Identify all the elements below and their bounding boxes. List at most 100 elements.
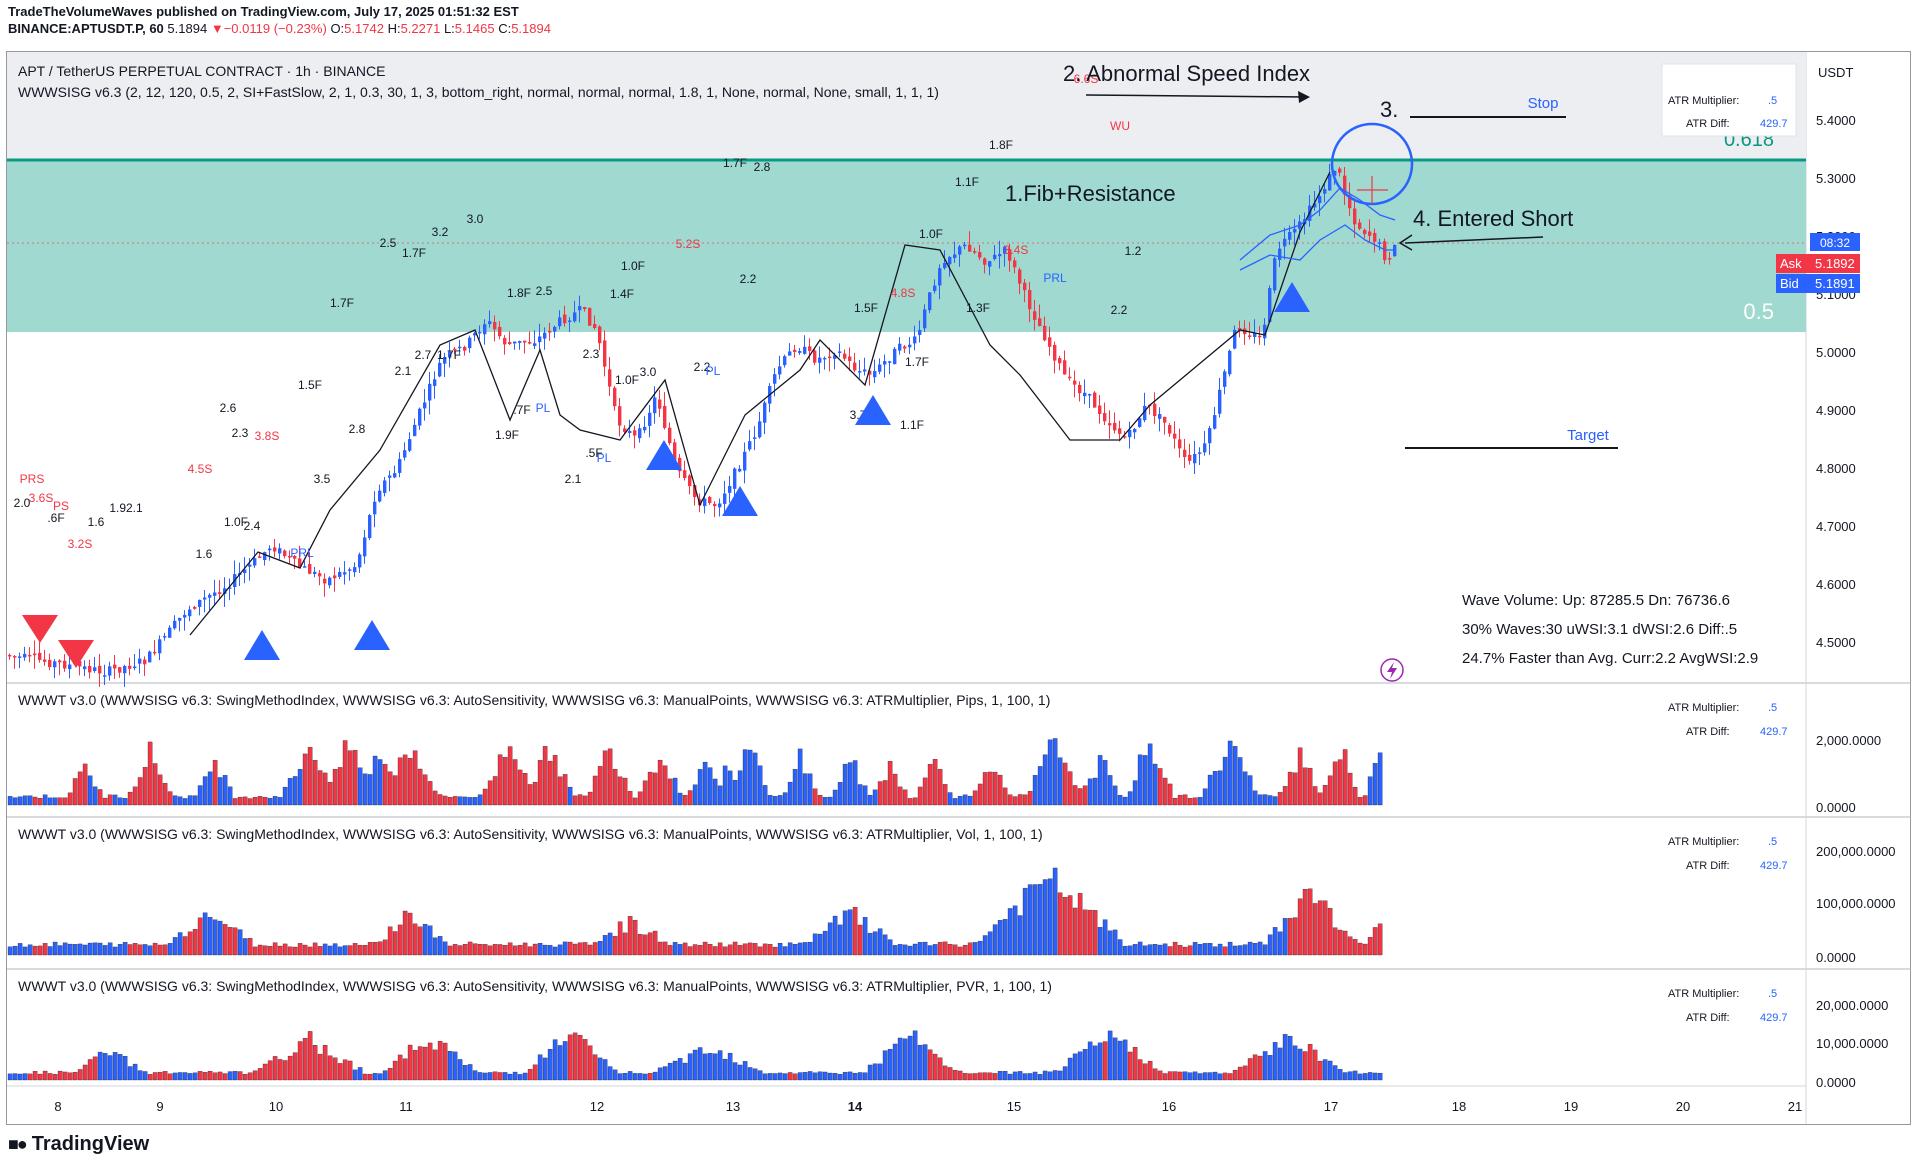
pane-bar xyxy=(1082,785,1088,806)
pane-bar xyxy=(47,797,53,806)
pane-bar xyxy=(987,771,993,806)
pane-bar xyxy=(432,937,438,956)
pane-bar xyxy=(937,769,943,806)
pane-bar xyxy=(477,1072,483,1081)
pane-bar xyxy=(1137,754,1143,806)
candle-body xyxy=(198,599,202,607)
pane-bar xyxy=(277,945,283,956)
candle-body xyxy=(1073,380,1077,385)
pane-bar xyxy=(1232,746,1238,806)
time-axis[interactable]: 8 9 10 11 12 13 14 15 16 17 18 19 20 21 xyxy=(54,1099,1802,1114)
pane-bar xyxy=(432,1049,438,1081)
pane-bar xyxy=(817,795,823,806)
candle-body xyxy=(633,430,637,436)
pane-bar xyxy=(1092,910,1098,956)
stats-line-3: 24.7% Faster than Avg. Curr:2.2 AvgWSI:2… xyxy=(1462,650,1758,667)
candle-body xyxy=(528,342,532,344)
chart-canvas[interactable]: 0.618 0.5 2.0.6F 1.61.92.11.61.0F2.42.62.… xyxy=(0,0,1917,1166)
speed-label: 4.5S xyxy=(188,462,213,476)
pane-bar xyxy=(562,774,568,806)
speed-label: 5.2S xyxy=(676,237,701,251)
pane-tick: 0.0000 xyxy=(1816,800,1856,815)
pane-bar xyxy=(592,942,598,956)
pane-bar xyxy=(1102,760,1108,806)
pane-bar xyxy=(347,945,353,956)
pane-bar xyxy=(377,941,383,956)
indicator-pane[interactable]: WWWT v3.0 (WWWSISG v6.3: SwingMethodInde… xyxy=(7,978,1888,1090)
pane-bar xyxy=(1192,797,1198,806)
indicator-pane[interactable]: WWWT v3.0 (WWWSISG v6.3: SwingMethodInde… xyxy=(7,692,1881,815)
pane-bar xyxy=(992,924,998,956)
candle-body xyxy=(1113,422,1117,431)
pane-bar xyxy=(502,945,508,956)
pane-bar xyxy=(1347,936,1353,956)
candle-body xyxy=(533,343,537,346)
pane-bar xyxy=(712,778,718,806)
pane-bar xyxy=(642,780,648,806)
pane-title[interactable]: WWWT v3.0 (WWWSISG v6.3: SwingMethodInde… xyxy=(18,826,1043,842)
pane-bar xyxy=(1212,1071,1218,1081)
pane-bar xyxy=(537,942,543,956)
pane-bar xyxy=(192,795,198,806)
pane-bar xyxy=(742,749,748,806)
price-tick: 4.5000 xyxy=(1816,635,1856,650)
pane-bar xyxy=(907,945,913,956)
candle-body xyxy=(408,439,412,451)
pane-bar xyxy=(582,795,588,806)
pane-bar xyxy=(1322,785,1328,806)
pane-atr-mult-label: ATR Multiplier: xyxy=(1668,836,1739,848)
pane-bar xyxy=(1217,943,1223,956)
pivot-label: PL xyxy=(536,401,551,415)
pane-bar xyxy=(1012,1071,1018,1081)
pane-title[interactable]: WWWT v3.0 (WWWSISG v6.3: SwingMethodInde… xyxy=(18,978,1052,994)
candle-body xyxy=(173,620,177,629)
pane-bar xyxy=(992,1073,998,1081)
pane-bar xyxy=(302,944,308,956)
candle-body xyxy=(468,337,472,349)
candle-body xyxy=(978,252,982,258)
currency-label[interactable]: USDT xyxy=(1818,65,1853,80)
pane-bar xyxy=(1347,772,1353,806)
pane-bar xyxy=(1207,943,1213,956)
candle-body xyxy=(413,424,417,437)
indicator-legend[interactable]: WWWSISG v6.3 (2, 12, 120, 0.5, 2, SI+Fas… xyxy=(18,84,939,100)
wave-label: 2.7 xyxy=(415,348,432,362)
wave-label: 1.92.1 xyxy=(109,501,143,515)
pane-bar xyxy=(527,784,533,806)
wave-label: 3.5 xyxy=(314,472,331,486)
pane-bar xyxy=(1122,796,1128,806)
pane-bar xyxy=(1157,944,1163,956)
price-axis[interactable]: 5.40005.30005.20005.10005.00004.90004.80… xyxy=(1816,113,1856,650)
wave-label: 2.5 xyxy=(380,236,397,250)
wave-label: 1.4F xyxy=(610,287,634,301)
pane-title[interactable]: WWWT v3.0 (WWWSISG v6.3: SwingMethodInde… xyxy=(18,692,1050,708)
candle-body xyxy=(843,353,847,359)
time-tick: 9 xyxy=(156,1099,163,1114)
pane-bar xyxy=(517,945,523,956)
candle-body xyxy=(723,493,727,504)
pane-bar xyxy=(22,1073,28,1081)
candle-body xyxy=(718,503,722,508)
pane-bar xyxy=(37,945,43,956)
candle-body xyxy=(963,244,967,247)
pane-bar xyxy=(1002,787,1008,806)
pane-bar xyxy=(857,924,863,956)
pane-bar xyxy=(992,771,998,806)
fib-resistance-annotation: 1.Fib+Resistance xyxy=(1005,181,1176,206)
pane-bar xyxy=(62,942,68,956)
pane-bar xyxy=(1157,768,1163,806)
pane-bar xyxy=(97,789,103,806)
stats-line-1: Wave Volume: Up: 87285.5 Dn: 76736.6 xyxy=(1462,592,1730,609)
wave-label: 1.9F xyxy=(495,428,519,442)
indicator-pane[interactable]: WWWT v3.0 (WWWSISG v6.3: SwingMethodInde… xyxy=(7,826,1896,965)
pane-bar xyxy=(877,781,883,806)
pane-bar xyxy=(312,1045,318,1081)
pane-bar xyxy=(767,795,773,806)
pane-bar xyxy=(317,770,323,806)
indicator-panes[interactable]: WWWT v3.0 (WWWSISG v6.3: SwingMethodInde… xyxy=(7,692,1896,1090)
pane-bar xyxy=(1222,1072,1228,1081)
pane-bar xyxy=(237,796,243,806)
candle-body xyxy=(58,660,62,663)
pane-bar xyxy=(677,1058,683,1081)
symbol-title: APT / TetherUS PERPETUAL CONTRACT · 1h ·… xyxy=(18,63,385,79)
